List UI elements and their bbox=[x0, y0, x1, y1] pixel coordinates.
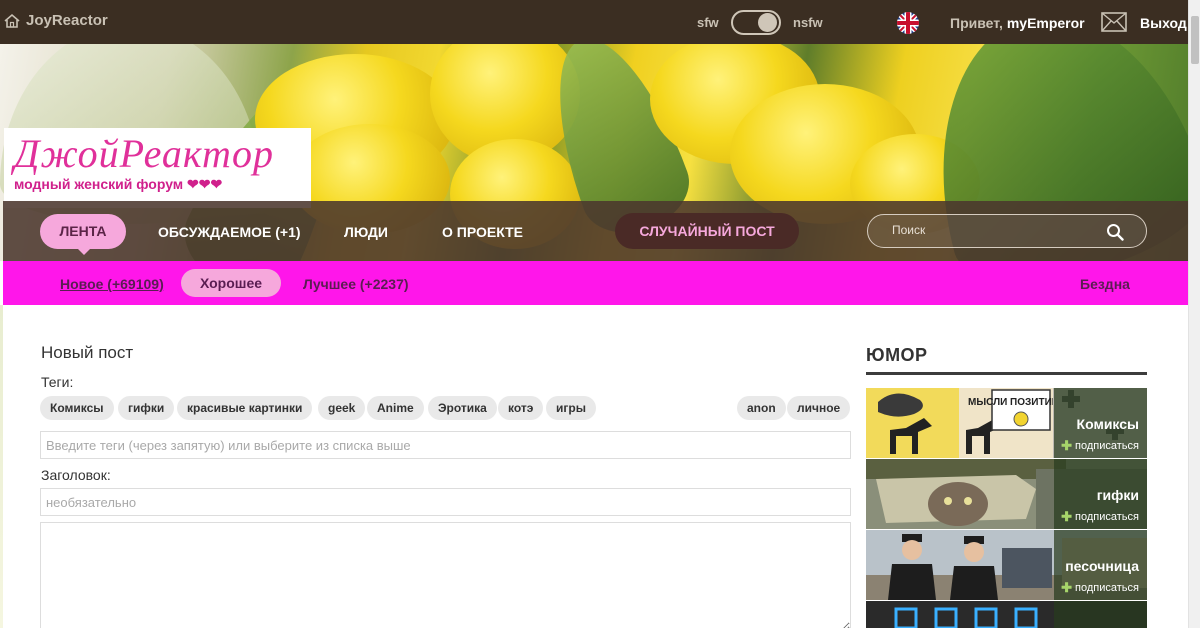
community-tile-sandbox[interactable]: песочница ✚ подписаться bbox=[866, 530, 1147, 600]
random-post-button[interactable]: СЛУЧАЙНЫЙ ПОСТ bbox=[615, 213, 799, 249]
subscribe-link[interactable]: ✚ подписаться bbox=[1061, 438, 1139, 454]
tag-chip[interactable]: игры bbox=[546, 396, 596, 420]
user-greeting: Привет, myEmperor bbox=[950, 15, 1085, 31]
subscribe-label: подписаться bbox=[1075, 511, 1139, 523]
tag-chip[interactable]: котэ bbox=[498, 396, 544, 420]
form-title: Новый пост bbox=[41, 343, 134, 362]
sidebar-divider bbox=[866, 372, 1147, 375]
logo-subtitle: модный женский форум ❤❤❤ bbox=[14, 176, 223, 192]
nav-tab-feed[interactable]: ЛЕНТА bbox=[40, 214, 126, 255]
sub-nav: Новое (+69109) Хорошее Лучшее (+2237) Бе… bbox=[3, 261, 1188, 305]
main-nav: ЛЕНТА ОБСУЖДАЕМОЕ (+1) ЛЮДИ О ПРОЕКТЕ СЛ… bbox=[3, 201, 1188, 261]
tag-chip[interactable]: Anime bbox=[367, 396, 424, 420]
sfw-label: sfw bbox=[697, 15, 719, 30]
community-tile-gifs[interactable]: гифки ✚ подписаться bbox=[866, 459, 1147, 529]
page-scrollbar[interactable] bbox=[1188, 0, 1200, 628]
tile-name: гифки bbox=[1096, 487, 1139, 503]
subscribe-link[interactable]: ✚ подписаться bbox=[1061, 580, 1139, 596]
plus-icon: ✚ bbox=[1061, 580, 1073, 595]
heading-input[interactable] bbox=[41, 489, 850, 515]
tags-label: Теги: bbox=[41, 374, 74, 390]
search-box bbox=[867, 214, 1147, 248]
home-icon bbox=[4, 13, 20, 28]
subnav-abyss[interactable]: Бездна bbox=[1080, 276, 1130, 292]
post-body-input[interactable] bbox=[41, 523, 850, 628]
logout-link[interactable]: Выход bbox=[1140, 15, 1187, 31]
heading-label: Заголовок: bbox=[41, 467, 111, 483]
subnav-best[interactable]: Лучшее (+2237) bbox=[303, 276, 409, 292]
uk-flag-icon[interactable] bbox=[897, 12, 919, 34]
subscribe-label: подписаться bbox=[1075, 582, 1139, 594]
site-brand-link[interactable]: JoyReactor bbox=[4, 12, 108, 29]
username-link[interactable]: myEmperor bbox=[1007, 15, 1085, 31]
mail-icon[interactable] bbox=[1101, 12, 1127, 32]
sidebar-title: ЮМОР bbox=[866, 345, 928, 365]
heading-field bbox=[40, 488, 851, 516]
tile-name: Комиксы bbox=[1076, 416, 1139, 432]
community-tile-comics[interactable]: МЫСЛИ ПОЗИТИВНО Комиксы ✚ подписаться bbox=[866, 388, 1147, 458]
logo-title: ДжойРеактор bbox=[14, 131, 274, 176]
site-logo[interactable]: ДжойРеактор модный женский форум ❤❤❤ bbox=[4, 128, 311, 208]
tag-chip[interactable]: Эротика bbox=[428, 396, 497, 420]
community-tile-partial[interactable] bbox=[866, 601, 1147, 628]
nav-tab-people[interactable]: ЛЮДИ bbox=[344, 224, 388, 240]
tile-name: песочница bbox=[1065, 558, 1139, 574]
subscribe-link[interactable]: ✚ подписаться bbox=[1061, 509, 1139, 525]
tags-field bbox=[40, 431, 851, 459]
nsfw-label: nsfw bbox=[793, 15, 823, 30]
tag-chip[interactable]: красивые картинки bbox=[177, 396, 313, 420]
tag-chip[interactable]: гифки bbox=[118, 396, 175, 420]
search-icon[interactable] bbox=[1106, 223, 1124, 241]
plus-icon: ✚ bbox=[1061, 438, 1073, 453]
plus-icon: ✚ bbox=[1061, 509, 1073, 524]
tag-chip[interactable]: anon bbox=[737, 396, 786, 420]
nav-tab-about[interactable]: О ПРОЕКТЕ bbox=[442, 224, 523, 240]
nav-tab-discussed[interactable]: ОБСУЖДАЕМОЕ (+1) bbox=[158, 224, 301, 240]
tag-chip[interactable]: Комиксы bbox=[40, 396, 114, 420]
subnav-new[interactable]: Новое (+69109) bbox=[60, 276, 164, 292]
tag-chip[interactable]: geek bbox=[318, 396, 366, 420]
sfw-nsfw-toggle[interactable] bbox=[731, 10, 781, 35]
tile-overlay bbox=[1054, 601, 1147, 628]
tag-chip[interactable]: личное bbox=[787, 396, 851, 420]
subscribe-label: подписаться bbox=[1075, 440, 1139, 452]
tags-input[interactable] bbox=[41, 432, 850, 458]
site-brand-label: JoyReactor bbox=[26, 12, 108, 29]
scrollbar-thumb[interactable] bbox=[1191, 16, 1199, 64]
toggle-knob bbox=[758, 13, 777, 32]
greeting-text: Привет, bbox=[950, 15, 1003, 31]
search-input[interactable] bbox=[892, 223, 1092, 237]
top-bar: JoyReactor sfw nsfw Привет, myEmperor Вы… bbox=[0, 0, 1188, 44]
post-body-field bbox=[40, 522, 851, 628]
subnav-good[interactable]: Хорошее bbox=[181, 269, 281, 297]
